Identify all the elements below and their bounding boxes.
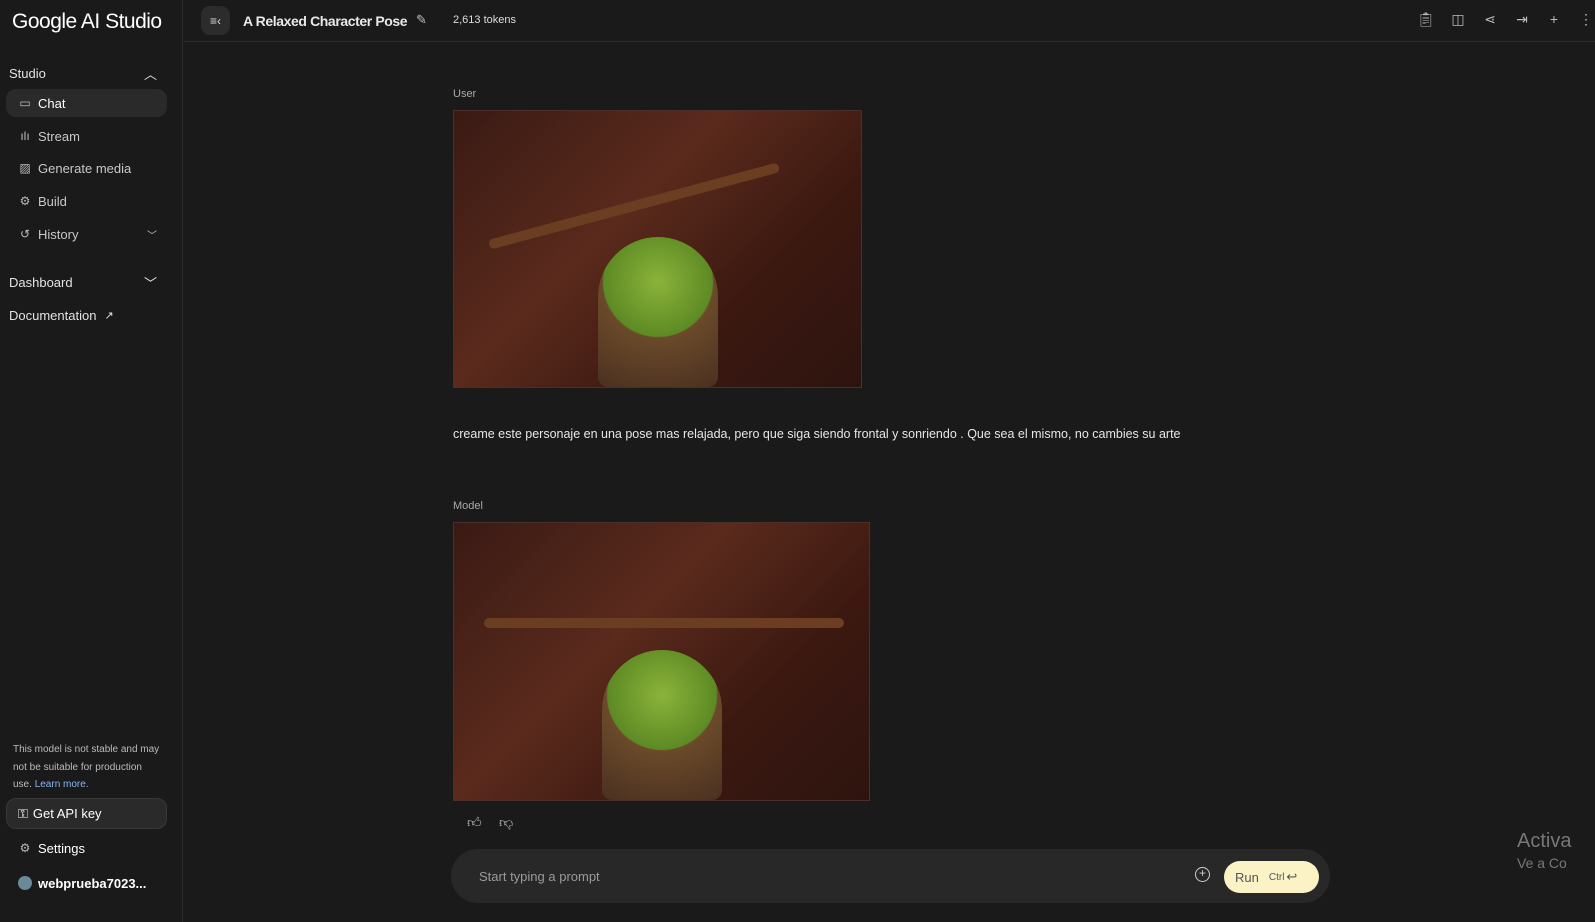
user-image[interactable] (453, 110, 862, 388)
chevron-down-icon: ﹀ (147, 230, 157, 242)
key-icon: ⚿ (18, 805, 28, 821)
sidebar-item-label: Stream (38, 128, 80, 144)
sidebar-item-label: Build (38, 193, 67, 209)
sidebar-item-label: Generate media (38, 160, 132, 176)
activation-watermark: Activa Ve a Co (1517, 830, 1571, 874)
sidebar-item-history[interactable]: ↺ History ﹀ (6, 220, 167, 248)
external-link-icon: ↗ (104, 310, 114, 322)
share-icon[interactable]: ⋖ (1481, 11, 1499, 28)
watermark-line: Activa (1517, 830, 1572, 852)
chevron-down-icon: ﹀ (143, 276, 157, 291)
prompt-box[interactable]: Start typing a prompt + Run Ctrl ↩ (451, 849, 1330, 903)
axe-handle (487, 162, 781, 250)
shortcut-label: Ctrl (1268, 871, 1285, 883)
dashboard-label: Dashboard (9, 275, 73, 290)
plus-icon[interactable]: + (1545, 11, 1563, 28)
thumbs-down-icon[interactable]: 👎︎ (499, 814, 513, 831)
user-message: creame este personaje en una pose mas re… (453, 427, 1181, 441)
chevron-up-icon: ︿ (143, 67, 157, 82)
more-icon[interactable]: ⋮ (1577, 11, 1595, 28)
user-name: webprueba7023... (38, 875, 147, 891)
thumbs-up-icon[interactable]: 👍︎ (467, 814, 482, 831)
axe-handle (484, 618, 844, 628)
watermark-line: Ve a Co (1517, 855, 1567, 871)
add-media-icon[interactable]: + (1195, 867, 1210, 882)
user-role-label: User (453, 88, 477, 100)
settings-label: Settings (38, 840, 85, 856)
goblin-figure (601, 650, 722, 800)
dashboard-section-toggle[interactable]: Dashboard ﹀ (9, 273, 157, 292)
studio-section-toggle[interactable]: Studio ︿ (9, 64, 157, 83)
chat-icon: ▭ (19, 96, 31, 110)
run-button[interactable]: Run Ctrl ↩ (1224, 861, 1319, 893)
gear-icon: ⚙ (19, 841, 31, 855)
studio-label: Studio (9, 66, 46, 81)
account-button[interactable]: webprueba7023... (6, 869, 167, 897)
token-count: 2,613 tokens (453, 14, 516, 26)
api-key-label: Get API key (32, 806, 102, 821)
image-icon: ▨ (19, 161, 31, 175)
sidebar-item-stream[interactable]: ılı Stream (6, 122, 167, 150)
build-icon: ⚙ (19, 194, 31, 208)
get-api-key-button[interactable]: ⚿ Get API key (6, 798, 167, 829)
waveform-icon: ılı (20, 129, 30, 143)
sidebar-item-chat[interactable]: ▭ Chat (6, 89, 167, 117)
history-icon: ↺ (19, 227, 31, 241)
app-logo[interactable]: Google AI Studio (12, 10, 162, 34)
model-warning: This model is not stable and may not be … (13, 741, 163, 794)
avatar (18, 876, 32, 890)
header: ≡‹ A Relaxed Character Pose ✎ 2,613 toke… (184, 0, 1595, 42)
documentation-link[interactable]: Documentation ↗ (9, 308, 157, 323)
compress-icon[interactable]: ⇥ (1513, 11, 1531, 28)
collapse-sidebar-button[interactable]: ≡‹ (201, 6, 230, 35)
enter-icon: ↩ (1286, 869, 1298, 884)
documentation-label: Documentation (9, 308, 97, 323)
learn-more-link[interactable]: Learn more. (35, 779, 89, 790)
sidebar-item-label: History (38, 226, 79, 242)
clipboard-icon[interactable]: 📋︎ (1417, 11, 1435, 28)
edit-title-icon[interactable]: ✎ (416, 12, 427, 28)
sidebar-item-generate-media[interactable]: ▨ Generate media (6, 154, 167, 182)
model-role-label: Model (453, 500, 483, 512)
settings-button[interactable]: ⚙ Settings (6, 834, 167, 862)
compare-icon[interactable]: ◫ (1449, 11, 1467, 28)
prompt-input[interactable]: Start typing a prompt (479, 869, 600, 884)
sidebar-item-label: Chat (38, 95, 66, 111)
model-image[interactable] (453, 522, 870, 801)
page-title: A Relaxed Character Pose (243, 13, 408, 29)
sidebar: Google AI Studio Studio ︿ ▭ Chat ılı Stream… (0, 0, 183, 922)
run-label: Run (1235, 869, 1259, 885)
goblin-figure (597, 237, 718, 387)
sidebar-item-build[interactable]: ⚙ Build (6, 187, 167, 215)
